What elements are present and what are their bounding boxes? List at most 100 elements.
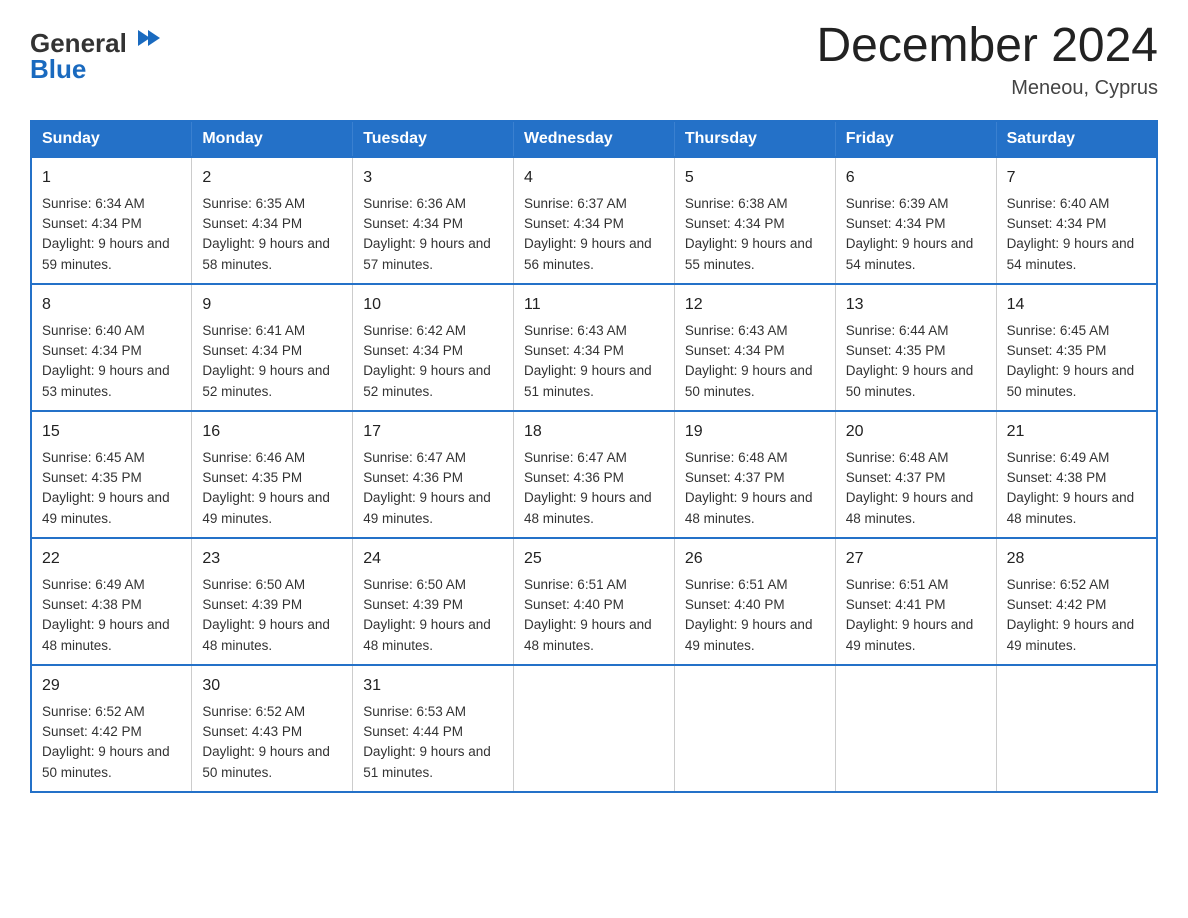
day-number: 2	[202, 166, 342, 190]
day-number: 5	[685, 166, 825, 190]
calendar-cell: 15 Sunrise: 6:45 AMSunset: 4:35 PMDayligh…	[31, 411, 192, 538]
header-monday: Monday	[192, 121, 353, 157]
svg-text:Blue: Blue	[30, 54, 86, 84]
day-info: Sunrise: 6:39 AMSunset: 4:34 PMDaylight:…	[846, 196, 974, 272]
day-info: Sunrise: 6:48 AMSunset: 4:37 PMDaylight:…	[846, 450, 974, 526]
day-number: 23	[202, 547, 342, 571]
calendar-cell: 4 Sunrise: 6:37 AMSunset: 4:34 PMDaylight…	[514, 157, 675, 284]
day-info: Sunrise: 6:49 AMSunset: 4:38 PMDaylight:…	[42, 577, 170, 653]
page-header: General Blue December 2024 Meneou, Cypru…	[30, 20, 1158, 100]
week-row-3: 15 Sunrise: 6:45 AMSunset: 4:35 PMDayligh…	[31, 411, 1157, 538]
header-thursday: Thursday	[674, 121, 835, 157]
logo-svg: General Blue	[30, 20, 160, 85]
header-tuesday: Tuesday	[353, 121, 514, 157]
week-row-1: 1 Sunrise: 6:34 AMSunset: 4:34 PMDaylight…	[31, 157, 1157, 284]
day-info: Sunrise: 6:53 AMSunset: 4:44 PMDaylight:…	[363, 704, 491, 780]
day-info: Sunrise: 6:40 AMSunset: 4:34 PMDaylight:…	[1007, 196, 1135, 272]
day-number: 11	[524, 293, 664, 317]
title-area: December 2024 Meneou, Cyprus	[816, 20, 1158, 100]
day-number: 12	[685, 293, 825, 317]
day-number: 31	[363, 674, 503, 698]
header-wednesday: Wednesday	[514, 121, 675, 157]
calendar-cell: 2 Sunrise: 6:35 AMSunset: 4:34 PMDaylight…	[192, 157, 353, 284]
calendar-cell	[835, 665, 996, 792]
calendar-cell: 11 Sunrise: 6:43 AMSunset: 4:34 PMDayligh…	[514, 284, 675, 411]
day-number: 30	[202, 674, 342, 698]
calendar-cell: 10Sunrise: 6:42 AMSunset: 4:34 PMDayligh…	[353, 284, 514, 411]
calendar-cell: 3 Sunrise: 6:36 AMSunset: 4:34 PMDaylight…	[353, 157, 514, 284]
day-info: Sunrise: 6:35 AMSunset: 4:34 PMDaylight:…	[202, 196, 330, 272]
month-title: December 2024	[816, 20, 1158, 73]
day-info: Sunrise: 6:52 AMSunset: 4:42 PMDaylight:…	[42, 704, 170, 780]
calendar-table: SundayMondayTuesdayWednesdayThursdayFrid…	[30, 120, 1158, 793]
day-number: 22	[42, 547, 181, 571]
day-info: Sunrise: 6:40 AMSunset: 4:34 PMDaylight:…	[42, 323, 170, 399]
day-info: Sunrise: 6:43 AMSunset: 4:34 PMDaylight:…	[524, 323, 652, 399]
calendar-cell: 18Sunrise: 6:47 AMSunset: 4:36 PMDayligh…	[514, 411, 675, 538]
day-info: Sunrise: 6:36 AMSunset: 4:34 PMDaylight:…	[363, 196, 491, 272]
day-info: Sunrise: 6:45 AMSunset: 4:35 PMDaylight:…	[1007, 323, 1135, 399]
calendar-cell: 6 Sunrise: 6:39 AMSunset: 4:34 PMDaylight…	[835, 157, 996, 284]
day-info: Sunrise: 6:44 AMSunset: 4:35 PMDaylight:…	[846, 323, 974, 399]
day-number: 25	[524, 547, 664, 571]
calendar-cell: 8 Sunrise: 6:40 AMSunset: 4:34 PMDaylight…	[31, 284, 192, 411]
calendar-cell: 26Sunrise: 6:51 AMSunset: 4:40 PMDayligh…	[674, 538, 835, 665]
calendar-cell: 27Sunrise: 6:51 AMSunset: 4:41 PMDayligh…	[835, 538, 996, 665]
header-sunday: Sunday	[31, 121, 192, 157]
day-info: Sunrise: 6:37 AMSunset: 4:34 PMDaylight:…	[524, 196, 652, 272]
day-number: 29	[42, 674, 181, 698]
day-number: 8	[42, 293, 181, 317]
calendar-cell: 13 Sunrise: 6:44 AMSunset: 4:35 PMDayligh…	[835, 284, 996, 411]
day-number: 26	[685, 547, 825, 571]
day-info: Sunrise: 6:52 AMSunset: 4:43 PMDaylight:…	[202, 704, 330, 780]
day-number: 13	[846, 293, 986, 317]
header-saturday: Saturday	[996, 121, 1157, 157]
day-info: Sunrise: 6:41 AMSunset: 4:34 PMDaylight:…	[202, 323, 330, 399]
calendar-cell	[674, 665, 835, 792]
calendar-cell: 21 Sunrise: 6:49 AMSunset: 4:38 PMDayligh…	[996, 411, 1157, 538]
logo: General Blue	[30, 20, 160, 85]
calendar-cell: 14 Sunrise: 6:45 AMSunset: 4:35 PMDayligh…	[996, 284, 1157, 411]
calendar-cell: 9Sunrise: 6:41 AMSunset: 4:34 PMDaylight…	[192, 284, 353, 411]
calendar-cell: 31 Sunrise: 6:53 AMSunset: 4:44 PMDayligh…	[353, 665, 514, 792]
calendar-cell: 19Sunrise: 6:48 AMSunset: 4:37 PMDayligh…	[674, 411, 835, 538]
day-number: 6	[846, 166, 986, 190]
calendar-cell: 24 Sunrise: 6:50 AMSunset: 4:39 PMDayligh…	[353, 538, 514, 665]
calendar-cell: 23 Sunrise: 6:50 AMSunset: 4:39 PMDayligh…	[192, 538, 353, 665]
week-row-4: 22 Sunrise: 6:49 AMSunset: 4:38 PMDayligh…	[31, 538, 1157, 665]
day-number: 3	[363, 166, 503, 190]
week-row-5: 29 Sunrise: 6:52 AMSunset: 4:42 PMDayligh…	[31, 665, 1157, 792]
calendar-header-row: SundayMondayTuesdayWednesdayThursdayFrid…	[31, 121, 1157, 157]
calendar-cell: 25 Sunrise: 6:51 AMSunset: 4:40 PMDayligh…	[514, 538, 675, 665]
day-number: 15	[42, 420, 181, 444]
day-number: 17	[363, 420, 503, 444]
day-info: Sunrise: 6:50 AMSunset: 4:39 PMDaylight:…	[202, 577, 330, 653]
day-info: Sunrise: 6:51 AMSunset: 4:40 PMDaylight:…	[524, 577, 652, 653]
day-info: Sunrise: 6:45 AMSunset: 4:35 PMDaylight:…	[42, 450, 170, 526]
calendar-cell: 28 Sunrise: 6:52 AMSunset: 4:42 PMDayligh…	[996, 538, 1157, 665]
calendar-cell: 30 Sunrise: 6:52 AMSunset: 4:43 PMDayligh…	[192, 665, 353, 792]
day-number: 10	[363, 293, 503, 317]
day-number: 4	[524, 166, 664, 190]
calendar-cell: 1 Sunrise: 6:34 AMSunset: 4:34 PMDaylight…	[31, 157, 192, 284]
day-number: 14	[1007, 293, 1146, 317]
day-info: Sunrise: 6:43 AMSunset: 4:34 PMDaylight:…	[685, 323, 813, 399]
day-info: Sunrise: 6:38 AMSunset: 4:34 PMDaylight:…	[685, 196, 813, 272]
calendar-cell: 12 Sunrise: 6:43 AMSunset: 4:34 PMDayligh…	[674, 284, 835, 411]
day-info: Sunrise: 6:48 AMSunset: 4:37 PMDaylight:…	[685, 450, 813, 526]
day-info: Sunrise: 6:46 AMSunset: 4:35 PMDaylight:…	[202, 450, 330, 526]
day-number: 1	[42, 166, 181, 190]
calendar-cell: 7Sunrise: 6:40 AMSunset: 4:34 PMDaylight…	[996, 157, 1157, 284]
day-number: 21	[1007, 420, 1146, 444]
header-friday: Friday	[835, 121, 996, 157]
day-number: 28	[1007, 547, 1146, 571]
calendar-cell: 5 Sunrise: 6:38 AMSunset: 4:34 PMDaylight…	[674, 157, 835, 284]
day-info: Sunrise: 6:49 AMSunset: 4:38 PMDaylight:…	[1007, 450, 1135, 526]
day-number: 24	[363, 547, 503, 571]
calendar-cell: 20Sunrise: 6:48 AMSunset: 4:37 PMDayligh…	[835, 411, 996, 538]
day-info: Sunrise: 6:50 AMSunset: 4:39 PMDaylight:…	[363, 577, 491, 653]
day-info: Sunrise: 6:52 AMSunset: 4:42 PMDaylight:…	[1007, 577, 1135, 653]
day-info: Sunrise: 6:47 AMSunset: 4:36 PMDaylight:…	[524, 450, 652, 526]
day-info: Sunrise: 6:34 AMSunset: 4:34 PMDaylight:…	[42, 196, 170, 272]
day-info: Sunrise: 6:51 AMSunset: 4:41 PMDaylight:…	[846, 577, 974, 653]
